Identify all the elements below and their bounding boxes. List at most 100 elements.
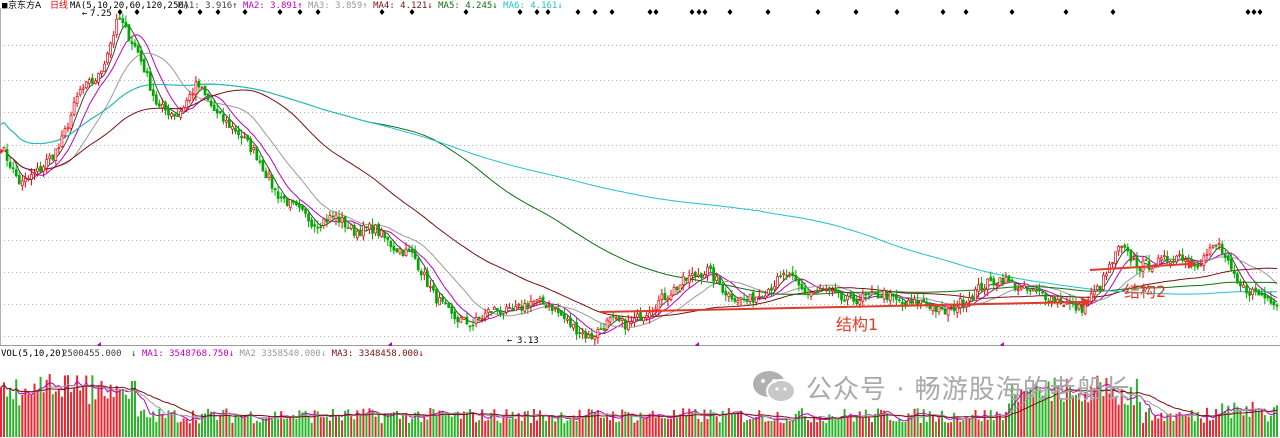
- volume-bar: [676, 417, 679, 437]
- candle-body: [432, 285, 435, 291]
- volume-bar: [1230, 417, 1233, 437]
- volume-bar: [840, 416, 843, 437]
- candle-body: [1208, 247, 1212, 255]
- candle-body: [203, 85, 207, 96]
- ma-value-2: MA2 3358540.000↓: [234, 349, 326, 359]
- candle-body: [684, 277, 688, 281]
- candle-body: [913, 298, 916, 306]
- volume-bar: [380, 423, 383, 437]
- volume-bar: [858, 411, 861, 437]
- event-marker: [894, 9, 900, 15]
- candle-body: [1248, 291, 1251, 296]
- volume-bar: [386, 414, 389, 437]
- candle-body: [502, 312, 505, 315]
- candle-body: [422, 271, 426, 275]
- candle-body: [483, 312, 487, 319]
- candle-body: [1138, 268, 1142, 271]
- volume-bar: [1257, 410, 1260, 437]
- volume-bar: [761, 415, 764, 437]
- candle-body: [617, 315, 621, 322]
- candle-body: [572, 323, 575, 329]
- volume-bar: [118, 390, 121, 437]
- candle-body: [496, 308, 499, 312]
- volume-bar: [660, 418, 663, 437]
- volume-bar: [1254, 408, 1257, 437]
- volume-bar: [883, 410, 886, 437]
- stock-name: 京东方A: [8, 0, 42, 11]
- candle-body: [1035, 290, 1038, 292]
- volume-bar: [170, 412, 173, 437]
- volume-bar: [57, 388, 60, 437]
- candle-body: [307, 213, 310, 222]
- candle-body: [221, 114, 225, 122]
- candle-body: [505, 306, 508, 313]
- volume-bar: [1154, 415, 1157, 437]
- volume-bar: [246, 416, 249, 437]
- volume-bar: [843, 408, 846, 437]
- candle-body: [267, 173, 271, 178]
- volume-bar: [328, 420, 331, 437]
- candle-body: [611, 315, 615, 318]
- volume-bar: [435, 415, 438, 437]
- watermark: 公众号 · 畅游股海的老船长: [750, 364, 1131, 410]
- volume-bar: [581, 418, 584, 437]
- volume-bar: [60, 396, 63, 437]
- ma5-line: [0, 24, 1278, 337]
- candle-body: [1032, 288, 1035, 292]
- volume-bar: [615, 422, 618, 437]
- candle-body: [255, 146, 259, 161]
- volume-bar: [569, 417, 572, 437]
- volume-bar: [228, 415, 231, 437]
- volume-bar: [837, 418, 840, 437]
- candle-body: [237, 129, 240, 136]
- volume-bar: [1218, 415, 1221, 437]
- volume-bar: [286, 418, 289, 437]
- candle-body: [989, 276, 993, 281]
- candle-body: [1025, 286, 1029, 291]
- candle-body: [827, 287, 831, 290]
- volume-bar: [185, 418, 188, 437]
- candle-body: [42, 166, 45, 172]
- volume-bar: [724, 413, 727, 437]
- volume-bar: [867, 416, 870, 437]
- volume-bar: [712, 412, 715, 437]
- volume-bar: [977, 419, 980, 437]
- candle-body: [1181, 254, 1184, 261]
- candle-body: [486, 309, 490, 313]
- volume-bar: [609, 420, 612, 437]
- volume-bar: [1260, 410, 1263, 437]
- ma-value-3: MA3: 3.859↑: [303, 1, 368, 11]
- ma60-line: [0, 89, 1278, 318]
- candle-body: [751, 292, 755, 303]
- candle-body: [425, 270, 429, 288]
- volume-bar: [444, 415, 447, 437]
- candle-body: [1263, 292, 1267, 299]
- volume-bar: [140, 410, 143, 437]
- candle-body: [630, 321, 633, 324]
- candle-body: [1092, 291, 1096, 296]
- candle-body: [532, 301, 536, 304]
- volume-bar: [557, 415, 560, 437]
- candle-body: [901, 301, 904, 305]
- candle-body: [75, 96, 79, 104]
- volume-bar: [654, 417, 657, 437]
- volume-bar: [791, 421, 794, 437]
- candle-body: [1062, 305, 1066, 307]
- candle-body: [1266, 296, 1270, 299]
- candle-body: [8, 161, 12, 168]
- candle-body: [435, 288, 438, 304]
- volume-bar: [606, 416, 609, 437]
- volume-bar: [934, 421, 937, 437]
- volume-bar: [475, 422, 478, 437]
- candle-body: [11, 167, 15, 170]
- volume-bar: [261, 418, 264, 437]
- volume-bar: [499, 422, 502, 437]
- candle-body: [33, 172, 36, 175]
- volume-bar: [773, 420, 776, 437]
- candle-body: [54, 148, 58, 161]
- ma-value-6: MA6: 4.161↓: [498, 1, 563, 11]
- candle-body: [139, 50, 143, 62]
- candle-body: [261, 159, 265, 172]
- vol-ma-values: MA1: 3548768.750↓ MA2 3358540.000↓ MA3: …: [142, 349, 424, 359]
- volume-bar: [1221, 403, 1224, 437]
